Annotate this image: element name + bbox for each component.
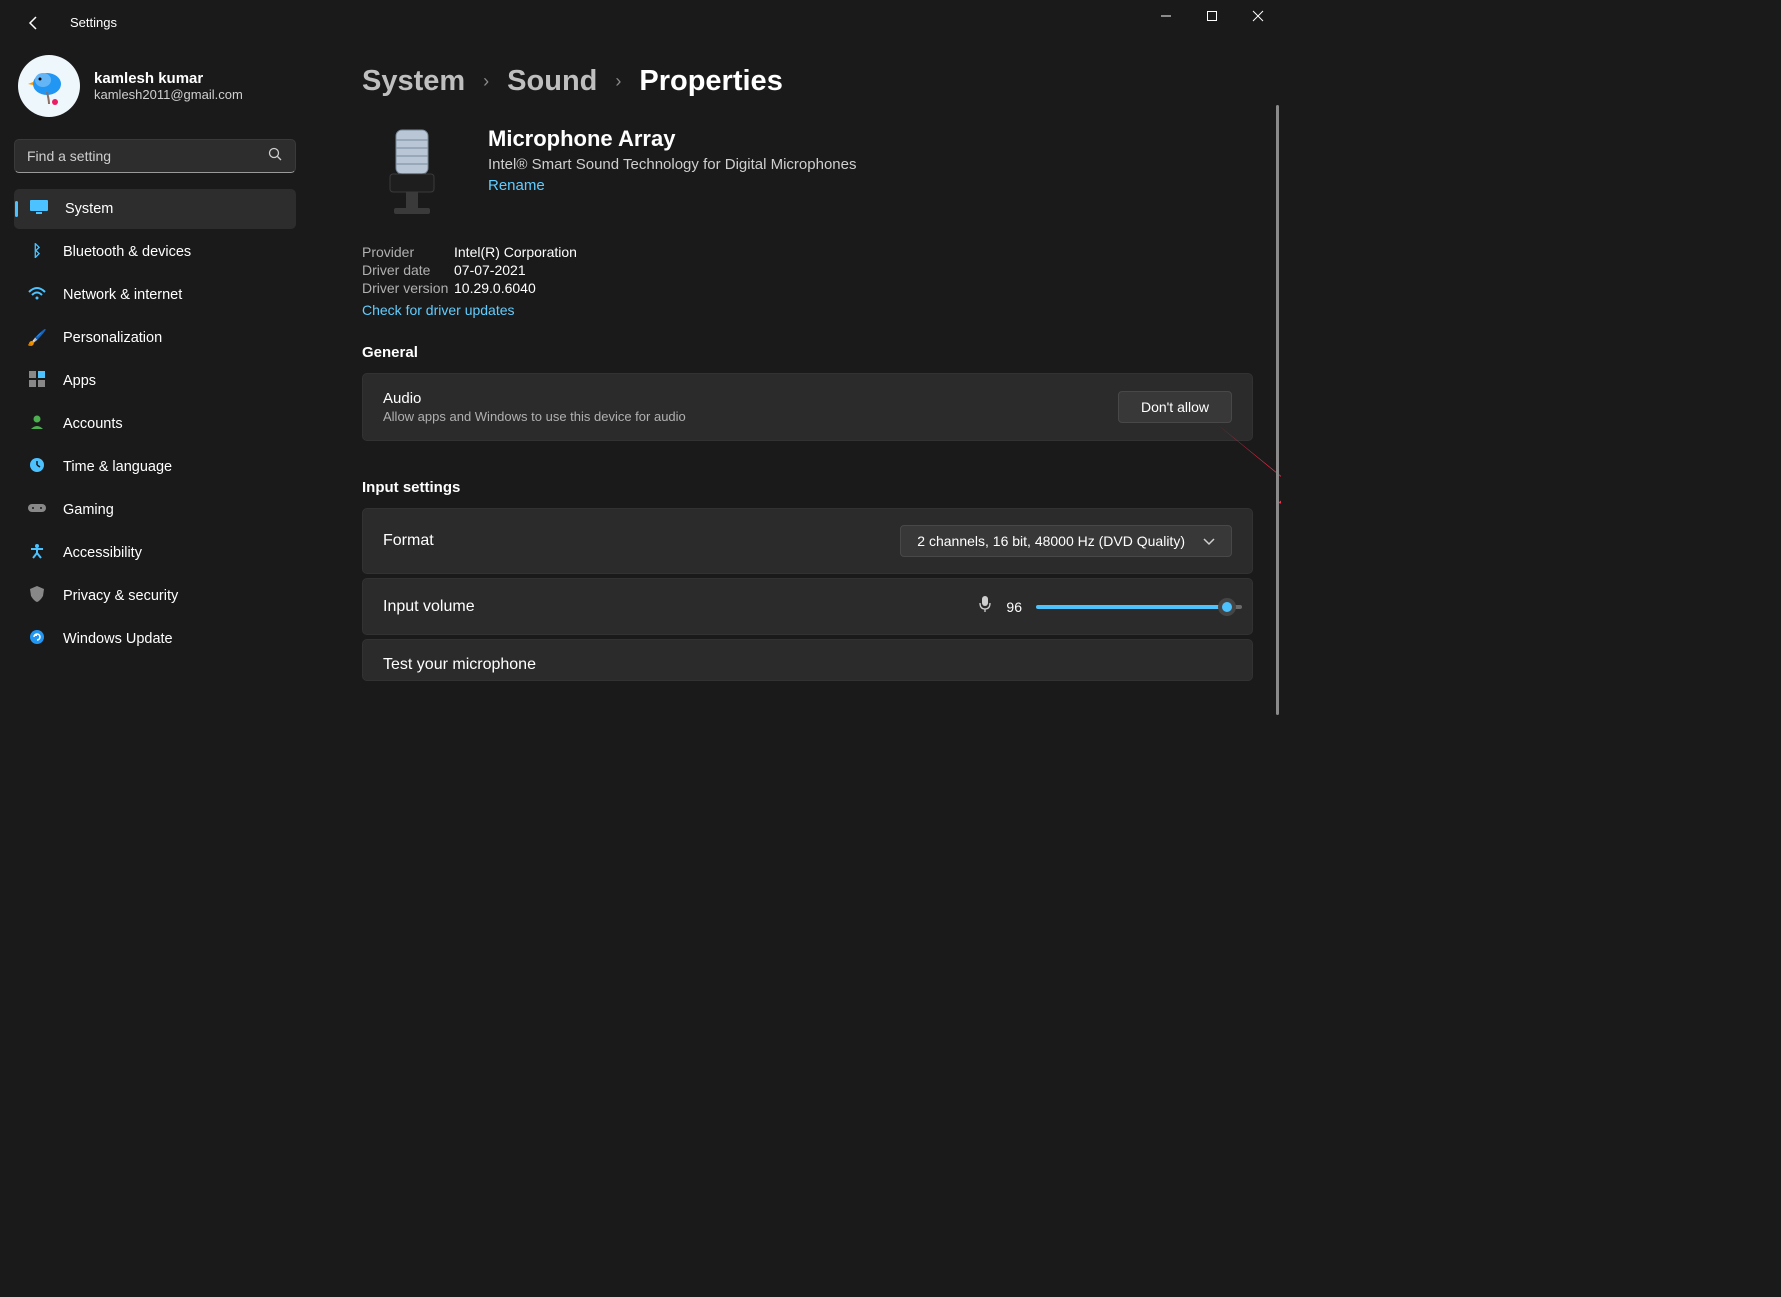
device-name: Microphone Array (488, 126, 856, 152)
breadcrumb: System › Sound › Properties (362, 65, 1253, 98)
device-description: Intel® Smart Sound Technology for Digita… (488, 156, 856, 173)
driver-version-value: 10.29.0.6040 (454, 280, 536, 296)
device-header: Microphone Array Intel® Smart Sound Tech… (362, 126, 1253, 226)
nav-label: Gaming (63, 502, 114, 518)
nav-label: Bluetooth & devices (63, 244, 191, 260)
audio-card: Audio Allow apps and Windows to use this… (362, 373, 1253, 441)
chevron-down-icon (1203, 533, 1215, 549)
input-settings-title: Input settings (362, 479, 1253, 496)
check-driver-updates-link[interactable]: Check for driver updates (362, 302, 515, 318)
accessibility-icon (26, 543, 48, 564)
nav-item-system[interactable]: System (14, 189, 296, 229)
nav-item-windows-update[interactable]: Windows Update (14, 619, 296, 659)
brush-icon: 🖌️ (26, 328, 48, 348)
shield-icon (26, 586, 48, 607)
nav-item-time-language[interactable]: Time & language (14, 447, 296, 487)
title-bar: Settings (0, 0, 1281, 45)
format-card: Format 2 channels, 16 bit, 48000 Hz (DVD… (362, 508, 1253, 574)
crumb-properties: Properties (639, 65, 782, 98)
test-mic-label: Test your microphone (383, 656, 536, 674)
nav-label: Accounts (63, 416, 123, 432)
provider-label: Provider (362, 244, 454, 260)
avatar (18, 55, 80, 117)
main-content: System › Sound › Properties (310, 45, 1281, 933)
general-section-title: General (362, 344, 1253, 361)
nav-label: Apps (63, 373, 96, 389)
audio-subtitle: Allow apps and Windows to use this devic… (383, 409, 686, 424)
driver-date-label: Driver date (362, 262, 454, 278)
format-value: 2 channels, 16 bit, 48000 Hz (DVD Qualit… (917, 533, 1185, 549)
maximize-button[interactable] (1189, 0, 1235, 32)
search-box[interactable] (14, 139, 296, 173)
chevron-right-icon: › (483, 71, 489, 92)
scrollbar[interactable] (1276, 105, 1279, 715)
nav-item-personalization[interactable]: 🖌️ Personalization (14, 318, 296, 358)
profile-email: kamlesh2011@gmail.com (94, 87, 243, 102)
input-volume-card: Input volume 96 (362, 578, 1253, 635)
nav-item-accounts[interactable]: Accounts (14, 404, 296, 444)
audio-title: Audio (383, 390, 686, 407)
profile-block[interactable]: kamlesh kumar kamlesh2011@gmail.com (14, 55, 296, 117)
minimize-button[interactable] (1143, 0, 1189, 32)
volume-value: 96 (1006, 599, 1022, 615)
driver-date-value: 07-07-2021 (454, 262, 526, 278)
back-button[interactable] (20, 9, 48, 37)
chevron-right-icon: › (615, 71, 621, 92)
nav-label: Time & language (63, 459, 172, 475)
nav-list: System ᛒ Bluetooth & devices Network & i… (14, 189, 296, 659)
test-mic-card: Test your microphone (362, 639, 1253, 681)
apps-icon (26, 371, 48, 392)
nav-label: Accessibility (63, 545, 142, 561)
provider-value: Intel(R) Corporation (454, 244, 577, 260)
input-volume-label: Input volume (383, 598, 475, 616)
bluetooth-icon: ᛒ (26, 243, 48, 261)
microphone-icon (362, 126, 462, 226)
volume-slider[interactable] (1036, 605, 1232, 609)
driver-info: ProviderIntel(R) Corporation Driver date… (362, 244, 1253, 320)
profile-name: kamlesh kumar (94, 70, 243, 87)
wifi-icon (26, 286, 48, 305)
person-icon (26, 414, 48, 435)
nav-item-network[interactable]: Network & internet (14, 275, 296, 315)
app-title: Settings (70, 15, 117, 30)
sidebar: kamlesh kumar kamlesh2011@gmail.com Syst… (0, 45, 310, 933)
nav-label: Windows Update (63, 631, 173, 647)
update-icon (26, 629, 48, 650)
nav-label: System (65, 201, 113, 217)
nav-label: Personalization (63, 330, 162, 346)
crumb-system[interactable]: System (362, 65, 465, 98)
gamepad-icon (26, 501, 48, 519)
nav-item-accessibility[interactable]: Accessibility (14, 533, 296, 573)
dont-allow-button[interactable]: Don't allow (1118, 391, 1232, 423)
search-icon (268, 147, 283, 165)
search-input[interactable] (27, 148, 268, 164)
display-icon (28, 200, 50, 219)
driver-version-label: Driver version (362, 280, 454, 296)
nav-item-gaming[interactable]: Gaming (14, 490, 296, 530)
close-button[interactable] (1235, 0, 1281, 32)
nav-item-apps[interactable]: Apps (14, 361, 296, 401)
format-select[interactable]: 2 channels, 16 bit, 48000 Hz (DVD Qualit… (900, 525, 1232, 557)
nav-label: Privacy & security (63, 588, 178, 604)
nav-label: Network & internet (63, 287, 182, 303)
slider-thumb[interactable] (1218, 598, 1236, 616)
nav-item-privacy[interactable]: Privacy & security (14, 576, 296, 616)
mic-small-icon (978, 595, 992, 618)
rename-link[interactable]: Rename (488, 177, 545, 194)
format-label: Format (383, 532, 434, 550)
nav-item-bluetooth[interactable]: ᛒ Bluetooth & devices (14, 232, 296, 272)
crumb-sound[interactable]: Sound (507, 65, 597, 98)
clock-icon (26, 457, 48, 478)
